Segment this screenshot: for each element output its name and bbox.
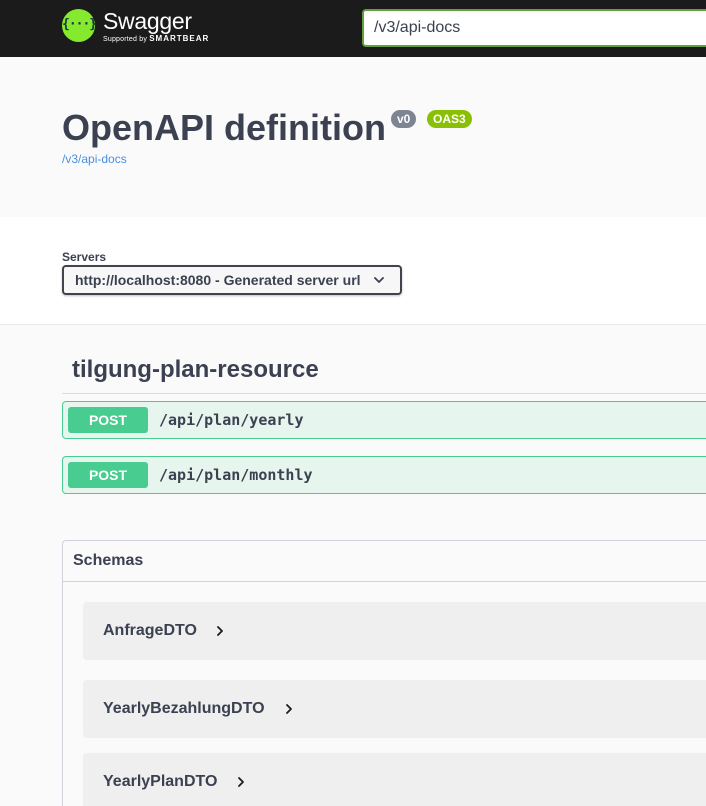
model-anfragedto[interactable]: AnfrageDTO (83, 602, 706, 660)
servers-label: Servers (62, 250, 107, 264)
model-yearlybezahlungdto[interactable]: YearlyBezahlungDTO (83, 680, 706, 738)
api-docs-link[interactable]: /v3/api-docs (62, 152, 127, 166)
logo-mark-glyph: {···} (62, 17, 97, 32)
tag-divider (62, 393, 706, 394)
operation-post-yearly[interactable]: POST /api/plan/yearly (62, 401, 706, 439)
model-name: AnfrageDTO (103, 622, 197, 639)
chevron-down-icon (374, 277, 384, 283)
top-bar: {···} Swagger Supported by SMARTBEAR (0, 0, 706, 57)
logo-sub-brand: SMARTBEAR (149, 34, 210, 43)
tag-title[interactable]: tilgung-plan-resource (72, 356, 319, 384)
page-title: OpenAPI definition (62, 107, 386, 148)
method-badge: POST (68, 407, 148, 433)
swagger-logo[interactable]: {···} Swagger Supported by SMARTBEAR (62, 9, 209, 43)
chevron-right-icon (217, 626, 223, 636)
operation-post-monthly[interactable]: POST /api/plan/monthly (62, 456, 706, 494)
logo-text: Swagger Supported by SMARTBEAR (103, 9, 209, 43)
logo-subtitle: Supported by SMARTBEAR (103, 34, 209, 43)
operation-path: /api/plan/monthly (159, 466, 313, 484)
servers-select[interactable]: http://localhost:8080 - Generated server… (62, 265, 402, 295)
version-badge: v0 (391, 110, 417, 128)
method-badge: POST (68, 462, 148, 488)
operation-path: /api/plan/yearly (159, 411, 304, 429)
schemas-title: Schemas (73, 552, 144, 569)
schemas-section: Schemas AnfrageDTO YearlyBezahlungDTO Ye… (62, 540, 706, 806)
model-name: YearlyPlanDTO (103, 773, 218, 790)
api-url-input[interactable] (362, 9, 706, 47)
logo-sub-prefix: Supported by (103, 36, 148, 43)
swagger-logo-icon: {···} (62, 9, 97, 42)
model-yearlyplandto[interactable]: YearlyPlanDTO (83, 753, 706, 806)
chevron-right-icon (238, 777, 244, 787)
oas-badge: OAS3 (427, 110, 472, 128)
servers-selected-value: http://localhost:8080 - Generated server… (75, 272, 361, 288)
logo-title: Swagger (103, 8, 192, 34)
chevron-right-icon (286, 704, 292, 714)
model-name: YearlyBezahlungDTO (103, 700, 265, 717)
schemas-header[interactable]: Schemas (63, 541, 706, 582)
